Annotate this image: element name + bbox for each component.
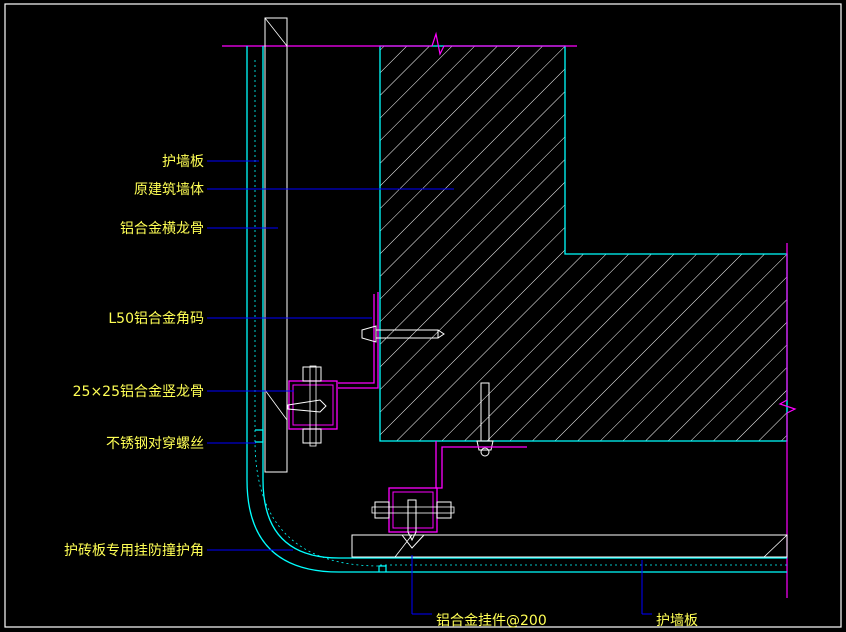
corner-detail-diagram: 护墙板 原建筑墙体 铝合金横龙骨 L50铝合金角码 25×25铝合金竖龙骨 不锈… bbox=[4, 3, 842, 629]
cad-drawing: 护墙板 原建筑墙体 铝合金横龙骨 L50铝合金角码 25×25铝合金竖龙骨 不锈… bbox=[0, 0, 846, 632]
label-hanger: 铝合金挂件@200 bbox=[436, 613, 547, 629]
original-wall bbox=[379, 45, 788, 442]
label-l50-bracket: L50铝合金角码 bbox=[108, 311, 204, 327]
label-through-bolt: 不锈钢对穿螺丝 bbox=[106, 436, 204, 452]
label-wall-panel: 护墙板 bbox=[162, 154, 204, 170]
label-corner-guard: 护砖板专用挂防撞护角 bbox=[64, 543, 204, 559]
label-horizontal-runner: 铝合金横龙骨 bbox=[120, 221, 204, 237]
label-vertical-runner: 25×25铝合金竖龙骨 bbox=[73, 384, 204, 400]
lower-bracket bbox=[435, 441, 527, 489]
vertical-runner-box bbox=[287, 365, 338, 447]
bottom-runner bbox=[351, 534, 788, 558]
label-wall-panel-bottom: 护墙板 bbox=[656, 613, 698, 629]
label-original-wall: 原建筑墙体 bbox=[134, 182, 204, 198]
horizontal-runner bbox=[264, 17, 288, 473]
hanger-box bbox=[371, 487, 455, 549]
